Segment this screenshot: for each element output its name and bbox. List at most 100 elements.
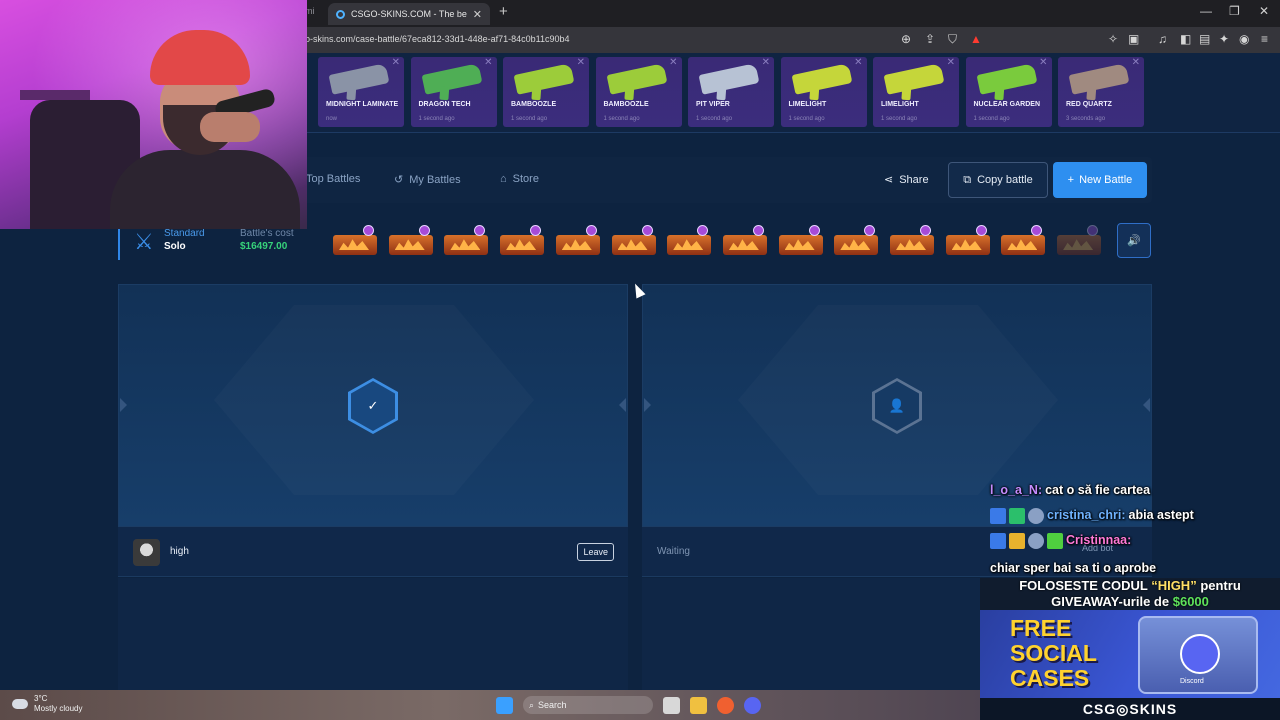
vpn-icon[interactable]: ◉: [1239, 32, 1249, 46]
share-icon: ⋖: [884, 174, 894, 186]
wallet-icon[interactable]: ▤: [1199, 32, 1210, 46]
promo-line-1a: FOLOSESTE CODUL: [1019, 578, 1148, 593]
active-tab[interactable]: CSGO-SKINS.COM - The best CS ✕: [328, 3, 490, 25]
case-icon[interactable]: [999, 225, 1047, 255]
case-icon[interactable]: [944, 225, 992, 255]
battle-mode: Standard: [164, 228, 205, 239]
drop-time: 1 second ago: [788, 116, 825, 122]
drop-time: 1 second ago: [881, 116, 918, 122]
case-icon[interactable]: [665, 225, 713, 255]
drop-time: 1 second ago: [511, 116, 548, 122]
sword-badge-icon: [990, 507, 1006, 524]
zoom-icon[interactable]: ⊕: [901, 32, 911, 46]
case-icon[interactable]: [888, 225, 936, 255]
chat-text: abia astept: [1128, 508, 1194, 522]
avatar: [133, 539, 160, 566]
temperature: 3°C: [34, 694, 48, 703]
live-drop-card[interactable]: ✕ BAMBOOZLE 1 second ago: [503, 57, 589, 127]
drop-time: 3 seconds ago: [1066, 116, 1106, 122]
weapon-skin-icon: [513, 63, 575, 95]
taskbar-search[interactable]: ⌕ Search: [523, 696, 653, 714]
screenshot-icon[interactable]: ▣: [1128, 32, 1139, 46]
copy-battle-label: Copy battle: [977, 174, 1033, 186]
drop-pin-icon: ✕: [484, 57, 493, 68]
case-icon[interactable]: [610, 225, 658, 255]
weapon-skin-icon: [976, 63, 1037, 95]
minimize-icon[interactable]: —: [1200, 4, 1212, 18]
live-drop-card[interactable]: ✕ DRAGON TECH 1 second ago: [410, 57, 497, 127]
history-icon: ↺: [394, 174, 404, 186]
file-explorer-icon[interactable]: [690, 696, 707, 714]
extensions-icon[interactable]: ✧: [1108, 32, 1118, 46]
discord-taskbar-icon[interactable]: [744, 696, 761, 714]
brave-icon[interactable]: [717, 696, 734, 714]
player-1-items-area: [118, 578, 628, 690]
live-drop-card[interactable]: ✕ RED QUARTZ 3 seconds ago: [1058, 57, 1144, 127]
promo-line-2a: GIVEAWAY-urile de: [1051, 594, 1170, 609]
promo-code: “HIGH”: [1151, 578, 1197, 593]
rewards-icon[interactable]: ▲: [970, 32, 982, 46]
drop-skin-name: BAMBOOZLE: [603, 101, 649, 108]
url-field[interactable]: go-skins.com/case-battle/67eca812-33d1-4…: [300, 34, 570, 44]
leave-button[interactable]: Leave: [577, 543, 614, 561]
live-drop-card[interactable]: ✕ LIMELIGHT 1 second ago: [873, 57, 959, 127]
menu-icon[interactable]: ≡: [1261, 32, 1268, 46]
shield-icon[interactable]: ⛉: [948, 32, 957, 47]
sound-toggle-button[interactable]: 🔊: [1117, 223, 1151, 258]
live-drop-card[interactable]: ✕ NUCLEAR GARDEN 1 second ago: [965, 57, 1052, 127]
chat-message: l_o_a_N: cat o să fie cartea: [984, 478, 1280, 503]
chat-username: cristina_chri:: [1047, 508, 1126, 522]
weather-description: Mostly cloudy: [34, 704, 83, 713]
case-icon[interactable]: [331, 225, 379, 255]
live-drop-card[interactable]: ✕ LIMELIGHT 1 second ago: [780, 57, 867, 127]
new-tab-icon[interactable]: +: [499, 3, 508, 20]
crossed-swords-icon: ⚔: [134, 229, 154, 254]
restore-icon[interactable]: ❐: [1229, 4, 1240, 18]
my-battles-link[interactable]: ↺ My Battles: [394, 173, 461, 187]
drop-skin-name: LIMELIGHT: [881, 101, 919, 108]
case-icon[interactable]: [1055, 225, 1103, 255]
close-tab-icon[interactable]: ✕: [473, 8, 482, 21]
weather-widget[interactable]: 3°C Mostly cloudy: [12, 694, 82, 714]
new-battle-button[interactable]: + New Battle: [1053, 162, 1147, 198]
player-slot-1: ✓: [118, 284, 628, 527]
drop-pin-icon: ✕: [761, 57, 770, 68]
share-label: Share: [899, 173, 929, 186]
start-icon[interactable]: [496, 696, 513, 714]
streamer-body: [110, 150, 300, 229]
live-drop-card[interactable]: ✕ BAMBOOZLE 1 second ago: [595, 57, 682, 127]
chat-message: cristina_chri: abia astept: [984, 503, 1280, 528]
stream-chat: l_o_a_N: cat o să fie cartea cristina_ch…: [984, 478, 1280, 578]
case-icon[interactable]: [721, 225, 769, 255]
share-button[interactable]: ⋖ Share: [884, 173, 929, 187]
left-arrow-icon: [644, 398, 651, 412]
gift-badge-icon: [1047, 532, 1063, 549]
promo-text: FOLOSESTE CODUL “HIGH” pentru GIVEAWAY-u…: [980, 578, 1280, 610]
top-battles-link[interactable]: Top Battles: [306, 173, 360, 185]
weapon-skin-icon: [791, 63, 852, 95]
sub-badge-icon: [1009, 507, 1025, 524]
battle-info: ⚔ Standard Solo Battle's cost $16497.00: [118, 226, 316, 260]
leo-ai-icon[interactable]: ✦: [1219, 32, 1229, 46]
sidebar-icon[interactable]: ◧: [1180, 32, 1191, 46]
promo-amount: $6000: [1172, 594, 1209, 609]
task-view-icon[interactable]: [663, 696, 680, 714]
store-link[interactable]: ⌂ Store: [500, 173, 539, 185]
case-icon[interactable]: [832, 225, 880, 255]
copy-battle-button[interactable]: ⧉ Copy battle: [948, 162, 1048, 198]
case-icon[interactable]: [777, 225, 825, 255]
share-page-icon[interactable]: ⇪: [925, 32, 935, 46]
close-window-icon[interactable]: ✕: [1259, 4, 1269, 18]
drop-time: 1 second ago: [418, 116, 455, 122]
speaker-icon: 🔊: [1127, 235, 1141, 247]
case-icon[interactable]: [498, 225, 546, 255]
media-icon[interactable]: ♫: [1158, 32, 1167, 46]
waiting-status: Waiting: [657, 546, 690, 557]
top-battles-label: Top Battles: [306, 173, 361, 185]
case-icon[interactable]: [554, 225, 602, 255]
case-icon[interactable]: [387, 225, 435, 255]
site-favicon-icon: [336, 9, 345, 19]
live-drop-card[interactable]: ✕ MIDNIGHT LAMINATE now: [318, 57, 404, 127]
live-drop-card[interactable]: ✕ PIT VIPER 1 second ago: [688, 57, 774, 127]
case-icon[interactable]: [442, 225, 490, 255]
